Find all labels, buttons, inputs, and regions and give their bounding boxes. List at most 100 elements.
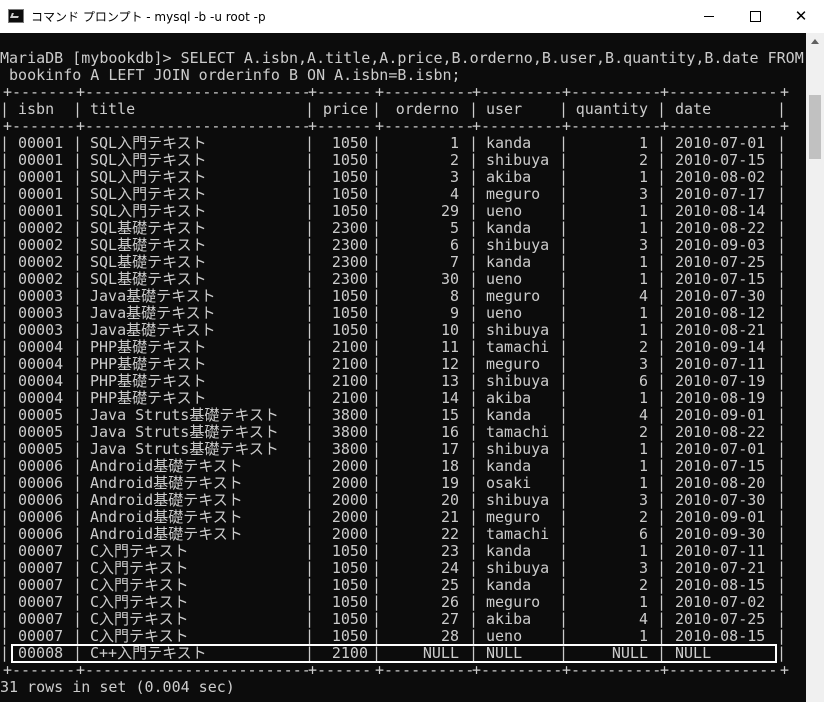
cell-title: Android基礎テキスト (90, 458, 243, 475)
column-separator: | (372, 526, 382, 543)
cell-orderno: 15 (440, 407, 459, 424)
table-row: | | | | | | | | 00004 PHP基礎テキスト 2100 11 tamachi 2 2010… (0, 339, 806, 356)
cell-user: tamachi (486, 339, 550, 356)
column-separator: | (372, 492, 382, 509)
cell-orderno: 25 (440, 577, 459, 594)
console-output[interactable]: MariaDB [mybookdb]> SELECT A.isbn,A.titl… (0, 33, 806, 702)
cell-quantity: 2 (638, 509, 648, 526)
column-separator: | (559, 254, 569, 271)
column-separator: | (777, 560, 787, 577)
table-border-line: ---------- (571, 118, 660, 135)
table-border-corner: + (375, 84, 385, 101)
table-row: | | | | | | | | 00001 SQL入門テキスト 1050 2 shibuya 2 2010-… (0, 152, 806, 169)
cell-user: shibuya (486, 322, 550, 339)
column-separator: | (372, 169, 382, 186)
column-separator: | (305, 288, 315, 305)
cell-price: 1050 (331, 611, 368, 628)
column-separator: | (559, 203, 569, 220)
column-separator: | (469, 135, 479, 152)
cell-quantity: 1 (638, 322, 648, 339)
table-row: | | | | | | | | 00005 Java Struts基礎テキスト 3800 17 shib… (0, 441, 806, 458)
column-separator: | (559, 288, 569, 305)
table-border-line: ------- (12, 662, 76, 679)
cell-price: 1050 (331, 594, 368, 611)
cell-user: shibuya (486, 373, 550, 390)
column-separator: | (469, 441, 479, 458)
column-separator: | (469, 611, 479, 628)
cell-title: PHP基礎テキスト (90, 373, 207, 390)
table-row: | | | | | | | | 00005 Java Struts基礎テキスト 3800 16 tama… (0, 424, 806, 441)
cell-quantity: 6 (638, 526, 648, 543)
cell-date: 2010-07-17 (675, 186, 766, 203)
column-separator: | (657, 186, 667, 203)
cell-isbn: 00002 (18, 254, 64, 271)
table-border-corner: + (76, 118, 86, 135)
scroll-up-arrow-icon[interactable] (806, 33, 824, 50)
scroll-thumb[interactable] (809, 95, 821, 159)
table-border-corner: + (780, 118, 790, 135)
console-app-icon[interactable] (8, 9, 24, 23)
cell-isbn: 00003 (18, 288, 64, 305)
column-separator: | (305, 407, 315, 424)
column-separator: | (469, 237, 479, 254)
table-row: | | | | | | | | 00006 Android基礎テキスト 2000 18 kanda 1 20… (0, 458, 806, 475)
column-separator: | (0, 288, 10, 305)
cell-price: 2000 (331, 492, 368, 509)
cell-price: 1050 (331, 628, 368, 645)
column-separator: | (777, 101, 787, 118)
column-separator: | (469, 186, 479, 203)
cell-user: shibuya (486, 152, 550, 169)
maximize-button[interactable] (732, 0, 778, 32)
column-separator: | (657, 611, 667, 628)
column-separator: | (559, 628, 569, 645)
cell-date: 2010-09-01 (675, 509, 766, 526)
column-separator: | (657, 356, 667, 373)
cell-quantity: 6 (638, 373, 648, 390)
table-border-line: ------ (317, 662, 372, 679)
cell-quantity: 3 (638, 492, 648, 509)
cell-orderno: 20 (440, 492, 459, 509)
column-separator: | (559, 509, 569, 526)
column-separator: | (469, 101, 479, 118)
column-separator: | (777, 594, 787, 611)
minimize-button[interactable] (686, 0, 732, 32)
column-separator: | (372, 509, 382, 526)
column-separator: | (777, 356, 787, 373)
column-separator: | (469, 492, 479, 509)
column-separator: | (469, 339, 479, 356)
column-separator: | (305, 356, 315, 373)
table-row: | | | | | | | | 00002 SQL基礎テキスト 2300 5 kanda 1 2010-08… (0, 220, 806, 237)
table-border-corner: + (308, 84, 318, 101)
column-separator: | (777, 220, 787, 237)
column-separator: | (777, 271, 787, 288)
cell-isbn: 00001 (18, 152, 64, 169)
table-border-line: ------------------------- (85, 84, 308, 101)
cell-isbn: 00005 (18, 407, 64, 424)
cell-user: kanda (486, 254, 532, 271)
column-separator: | (657, 339, 667, 356)
cell-orderno: 24 (440, 560, 459, 577)
cell-price: 2300 (331, 271, 368, 288)
cell-quantity: 2 (638, 424, 648, 441)
column-separator: | (559, 322, 569, 339)
title-bar[interactable]: コマンド プロンプト - mysql -b -u root -p ✕ (0, 0, 824, 34)
close-button[interactable]: ✕ (778, 0, 824, 32)
column-separator: | (0, 186, 10, 203)
column-separator: | (0, 373, 10, 390)
cell-title: SQL入門テキスト (90, 135, 207, 152)
cell-user: akiba (486, 169, 532, 186)
cell-user: shibuya (486, 492, 550, 509)
column-separator: | (372, 458, 382, 475)
cell-price: 1050 (331, 288, 368, 305)
column-separator: | (372, 271, 382, 288)
column-separator: | (657, 288, 667, 305)
cell-user: kanda (486, 458, 532, 475)
cell-title: PHP基礎テキスト (90, 390, 207, 407)
column-separator: | (305, 424, 315, 441)
cell-quantity: 1 (638, 271, 648, 288)
column-separator: | (559, 390, 569, 407)
column-separator: | (305, 509, 315, 526)
column-separator: | (777, 390, 787, 407)
column-separator: | (372, 594, 382, 611)
vertical-scrollbar[interactable] (806, 33, 824, 702)
